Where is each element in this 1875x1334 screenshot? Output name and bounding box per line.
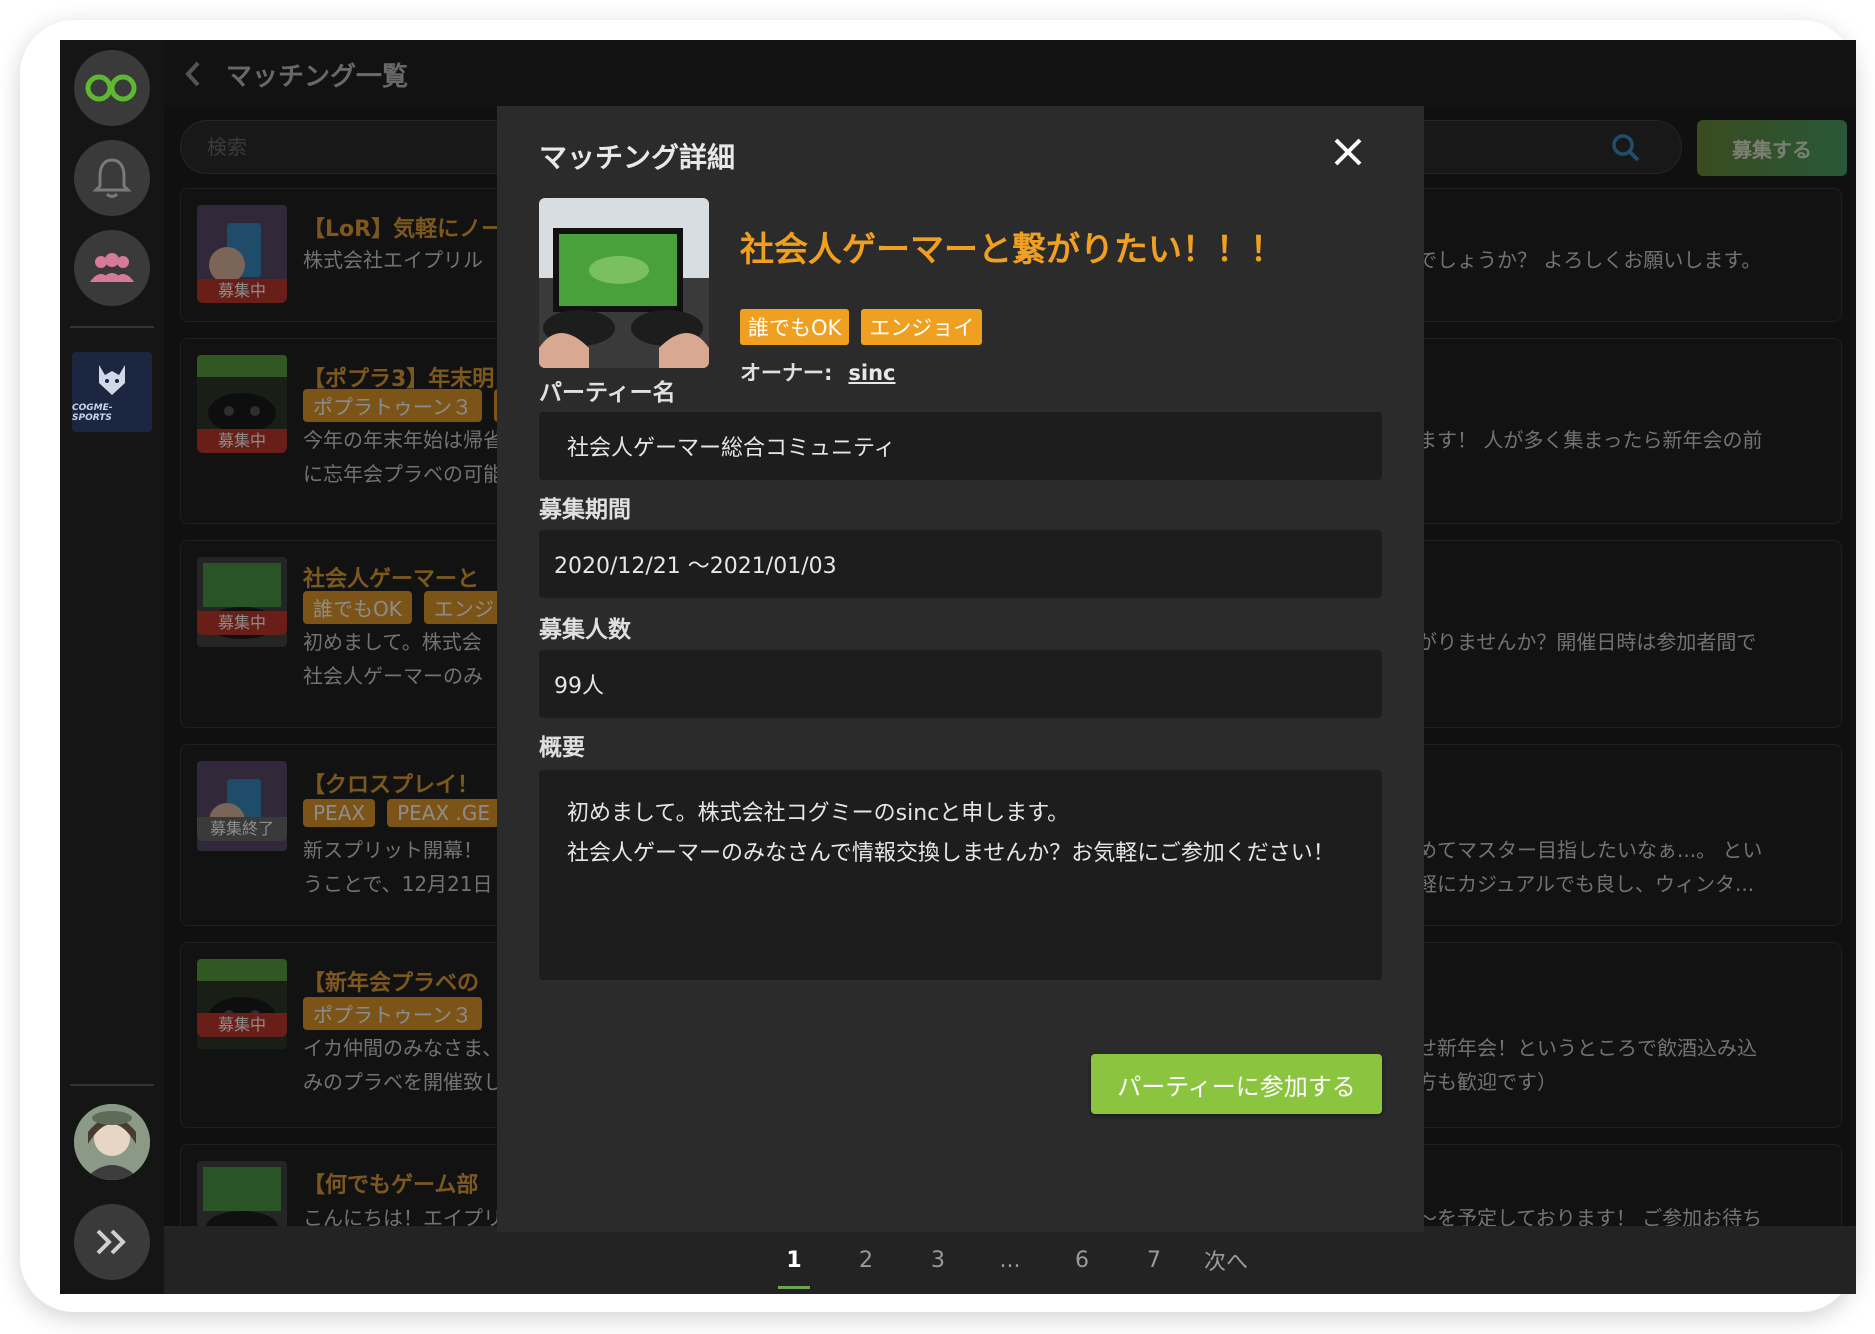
sidebar: COGME-SPORTS — [60, 40, 164, 1294]
modal-title: マッチング詳細 — [539, 141, 736, 174]
page-3[interactable]: 3 — [902, 1248, 974, 1273]
page-2[interactable]: 2 — [830, 1248, 902, 1273]
page-7[interactable]: 7 — [1118, 1248, 1190, 1273]
expand-sidebar-icon[interactable] — [74, 1204, 150, 1280]
user-avatar[interactable] — [74, 1104, 150, 1180]
logo-text: COGME-SPORTS — [72, 403, 113, 423]
count-label: 募集人数 — [539, 617, 631, 643]
summary-field: 初めまして。株式会社コグミーのsincと申します。 社会人ゲーマーのみなさんで情… — [539, 770, 1382, 980]
owner-link[interactable]: sinc — [848, 361, 895, 385]
party-tags: 誰でもOK エンジョイ — [740, 309, 983, 345]
count-field: 99人 — [539, 650, 1382, 718]
app-screen: COGME-SPORTS マッチング一覧 募集する — [60, 40, 1856, 1294]
party-tag: 誰でもOK — [740, 309, 850, 345]
pagination: 1 2 3 ... 6 7 次へ — [164, 1226, 1856, 1294]
matching-detail-modal: マッチング詳細 社会人ゲーマーと繋がりたい！！！ 誰でもOK エンジョイ オーナ… — [497, 106, 1424, 1232]
page-ellipsis: ... — [999, 1247, 1021, 1273]
party-tag: エンジョイ — [861, 309, 983, 345]
next-page-link[interactable]: 次へ — [1190, 1244, 1262, 1276]
bell-icon[interactable] — [74, 140, 150, 216]
page-1[interactable]: 1 — [758, 1248, 830, 1289]
party-name-field: 社会人ゲーマー総合コミュニティ — [539, 412, 1382, 480]
party-image — [539, 198, 709, 368]
app-logo-icon[interactable] — [74, 50, 150, 126]
party-display-name: 社会人ゲーマーと繋がりたい！！！ — [740, 230, 1284, 270]
device-frame: COGME-SPORTS マッチング一覧 募集する — [20, 20, 1856, 1312]
sidebar-divider — [70, 326, 154, 328]
join-party-button[interactable]: パーティーに参加する — [1091, 1054, 1382, 1114]
cogme-sports-logo[interactable]: COGME-SPORTS — [72, 352, 152, 432]
group-icon[interactable] — [74, 230, 150, 306]
party-name-label: パーティー名 — [539, 380, 676, 406]
sidebar-divider-bottom — [70, 1084, 154, 1086]
wolf-icon — [99, 365, 125, 395]
owner-row: オーナー: sinc — [740, 357, 896, 387]
period-field: 2020/12/21 〜2021/01/03 — [539, 530, 1382, 598]
period-label: 募集期間 — [539, 497, 631, 523]
owner-label: オーナー: — [740, 361, 833, 385]
page-6[interactable]: 6 — [1046, 1248, 1118, 1273]
close-icon[interactable] — [1330, 134, 1366, 170]
summary-label: 概要 — [539, 735, 585, 761]
